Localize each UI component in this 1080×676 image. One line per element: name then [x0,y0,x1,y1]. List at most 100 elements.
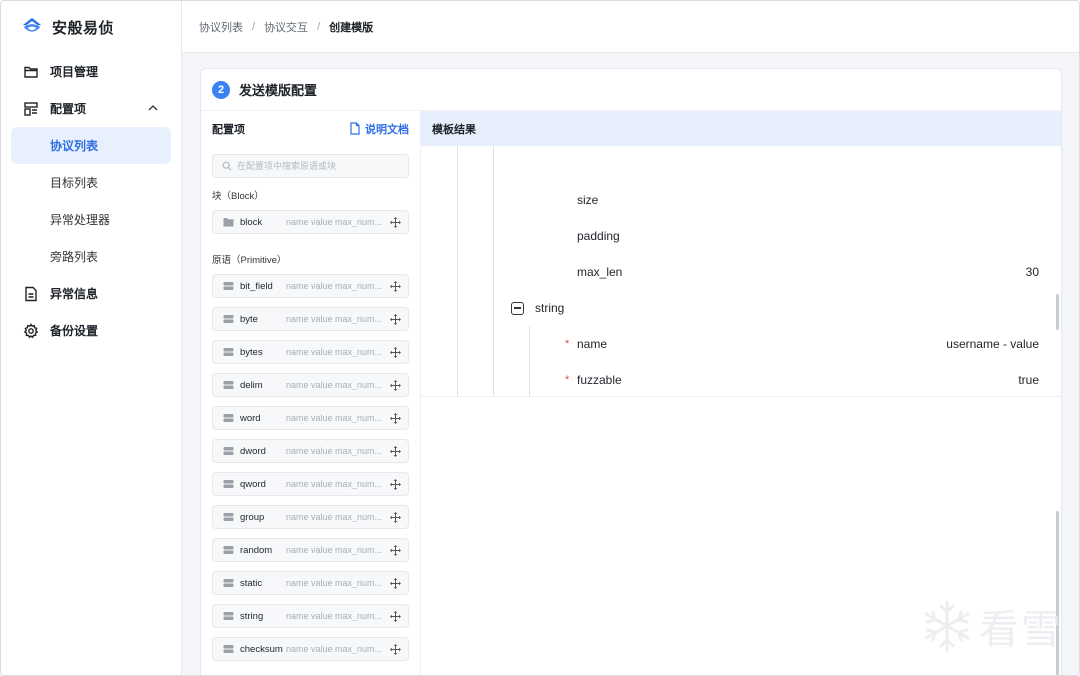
sub-item-target-list[interactable]: 目标列表 [11,164,171,201]
primitive-item-checksum[interactable]: checksum name value max_num... [212,637,409,661]
database-icon [223,348,234,356]
nav-item-exception-info[interactable]: 异常信息 [1,275,181,312]
row-key: size [577,193,599,207]
database-icon [223,282,234,290]
item-hint: name value max_num... [286,644,383,654]
drag-move-icon[interactable] [390,314,401,325]
item-name: bytes [240,346,263,358]
tree-row-padding[interactable]: padding [421,218,1039,254]
block-item-block[interactable]: block name value max_num... [212,210,409,234]
tree-row-string-group[interactable]: string [421,290,1039,326]
primitive-item-word[interactable]: word name value max_num... [212,406,409,430]
primitive-item-delim[interactable]: delim name value max_num... [212,373,409,397]
drag-move-icon[interactable] [390,611,401,622]
primitive-item-qword[interactable]: qword name value max_num... [212,472,409,496]
item-name: static [240,577,263,589]
row-key: string [535,301,565,315]
primitive-section-label: 原语（Primitive） [212,255,287,266]
drag-move-icon[interactable] [390,512,401,523]
config-panel: 配置项 说明文档 块（Block） block name value ma [201,111,421,675]
primitive-item-group[interactable]: group name value max_num... [212,505,409,529]
nav-item-backup-settings[interactable]: 备份设置 [1,312,181,349]
database-icon [223,480,234,488]
doc-link[interactable]: 说明文档 [349,121,409,137]
item-hint: name value max_num... [286,281,383,291]
result-panel: 模板结果 size padding max_len 30 string * na… [421,111,1061,675]
item-name: bit_field [240,280,273,292]
row-key: padding [577,229,620,243]
nav-item-project-management[interactable]: 项目管理 [1,53,181,90]
primitive-item-byte[interactable]: byte name value max_num... [212,307,409,331]
drag-move-icon[interactable] [390,217,401,228]
drag-move-icon[interactable] [390,347,401,358]
sub-item-protocol-list[interactable]: 协议列表 [11,127,171,164]
item-hint: name value max_num... [286,380,383,390]
template-config-card: 2 发送模版配置 配置项 说明文档 块（Block） [200,68,1062,675]
item-hint: name value max_num... [286,413,383,423]
tree-row-max-len[interactable]: max_len 30 [421,254,1039,290]
primitive-item-bytes[interactable]: bytes name value max_num... [212,340,409,364]
snowflake-icon [924,600,970,652]
drag-move-icon[interactable] [390,479,401,490]
drag-move-icon[interactable] [390,545,401,556]
primitive-item-random[interactable]: random name value max_num... [212,538,409,562]
required-marker: * [565,338,570,350]
drag-move-icon[interactable] [390,578,401,589]
tree-row-size[interactable]: size [421,182,1039,218]
row-key: name [577,337,608,351]
sub-item-bypass-list[interactable]: 旁路列表 [11,238,171,275]
drag-move-icon[interactable] [390,413,401,424]
watermark: 看雪 [919,597,1063,655]
search-input[interactable] [237,161,397,171]
primitive-item-string[interactable]: string name value max_num... [212,604,409,628]
breadcrumb-protocol-list[interactable]: 协议列表 [199,19,243,35]
item-hint: name value max_num... [286,512,383,522]
watermark-text: 看雪 [979,607,1063,653]
sub-item-exception-handler[interactable]: 异常处理器 [11,201,171,238]
item-name: checksum [240,643,283,655]
app-window: 安般易侦 项目管理 配置项 协议列表 目标列表 异常处理器 旁路列表 异常信息 [0,0,1080,676]
breadcrumb: 协议列表 / 协议交互 / 创建模版 [182,1,1079,53]
template-tree: size padding max_len 30 string * name us… [421,146,1061,397]
item-name: block [240,216,263,228]
folder-icon [223,218,234,227]
primitive-item-dword[interactable]: dword name value max_num... [212,439,409,463]
tree-scrollbar[interactable] [1056,294,1059,330]
block-section-label: 块（Block） [212,191,264,202]
tree-row-name[interactable]: * name username - value [421,326,1039,362]
item-hint: name value max_num... [286,545,383,555]
row-value: username - value [946,337,1039,351]
nav-label: 异常信息 [50,287,99,301]
tree-row-fuzzable[interactable]: * fuzzable true [421,362,1039,396]
drag-move-icon[interactable] [390,380,401,391]
drag-move-icon[interactable] [390,281,401,292]
primitive-item-static[interactable]: static name value max_num... [212,571,409,595]
nav-item-config[interactable]: 配置项 [1,90,181,127]
item-hint: name value max_num... [286,479,383,489]
folder-icon [24,66,38,78]
item-hint: name value max_num... [286,578,383,588]
database-icon [223,447,234,455]
item-name: string [240,610,264,622]
nav-label: 配置项 [50,102,87,116]
breadcrumb-protocol-interaction[interactable]: 协议交互 [264,19,308,35]
breadcrumb-separator: / [252,20,256,33]
item-hint: name value max_num... [286,217,383,227]
collapse-toggle-icon[interactable] [511,301,524,315]
chevron-up-icon[interactable] [147,102,159,114]
document-icon [25,286,37,301]
drag-move-icon[interactable] [390,644,401,655]
brand[interactable]: 安般易侦 [1,1,181,53]
primitive-list: bit_field name value max_num... byte name v… [201,274,420,661]
item-name: random [240,544,273,556]
row-value: 30 [1025,265,1039,279]
primitive-item-bit-field[interactable]: bit_field name value max_num... [212,274,409,298]
item-hint: name value max_num... [286,446,383,456]
step-badge: 2 [212,80,230,99]
gear-icon [23,322,39,338]
nav-label: 项目管理 [50,65,99,79]
search-box[interactable] [212,154,409,178]
search-icon [222,161,232,171]
drag-move-icon[interactable] [390,446,401,457]
database-icon [223,579,234,587]
